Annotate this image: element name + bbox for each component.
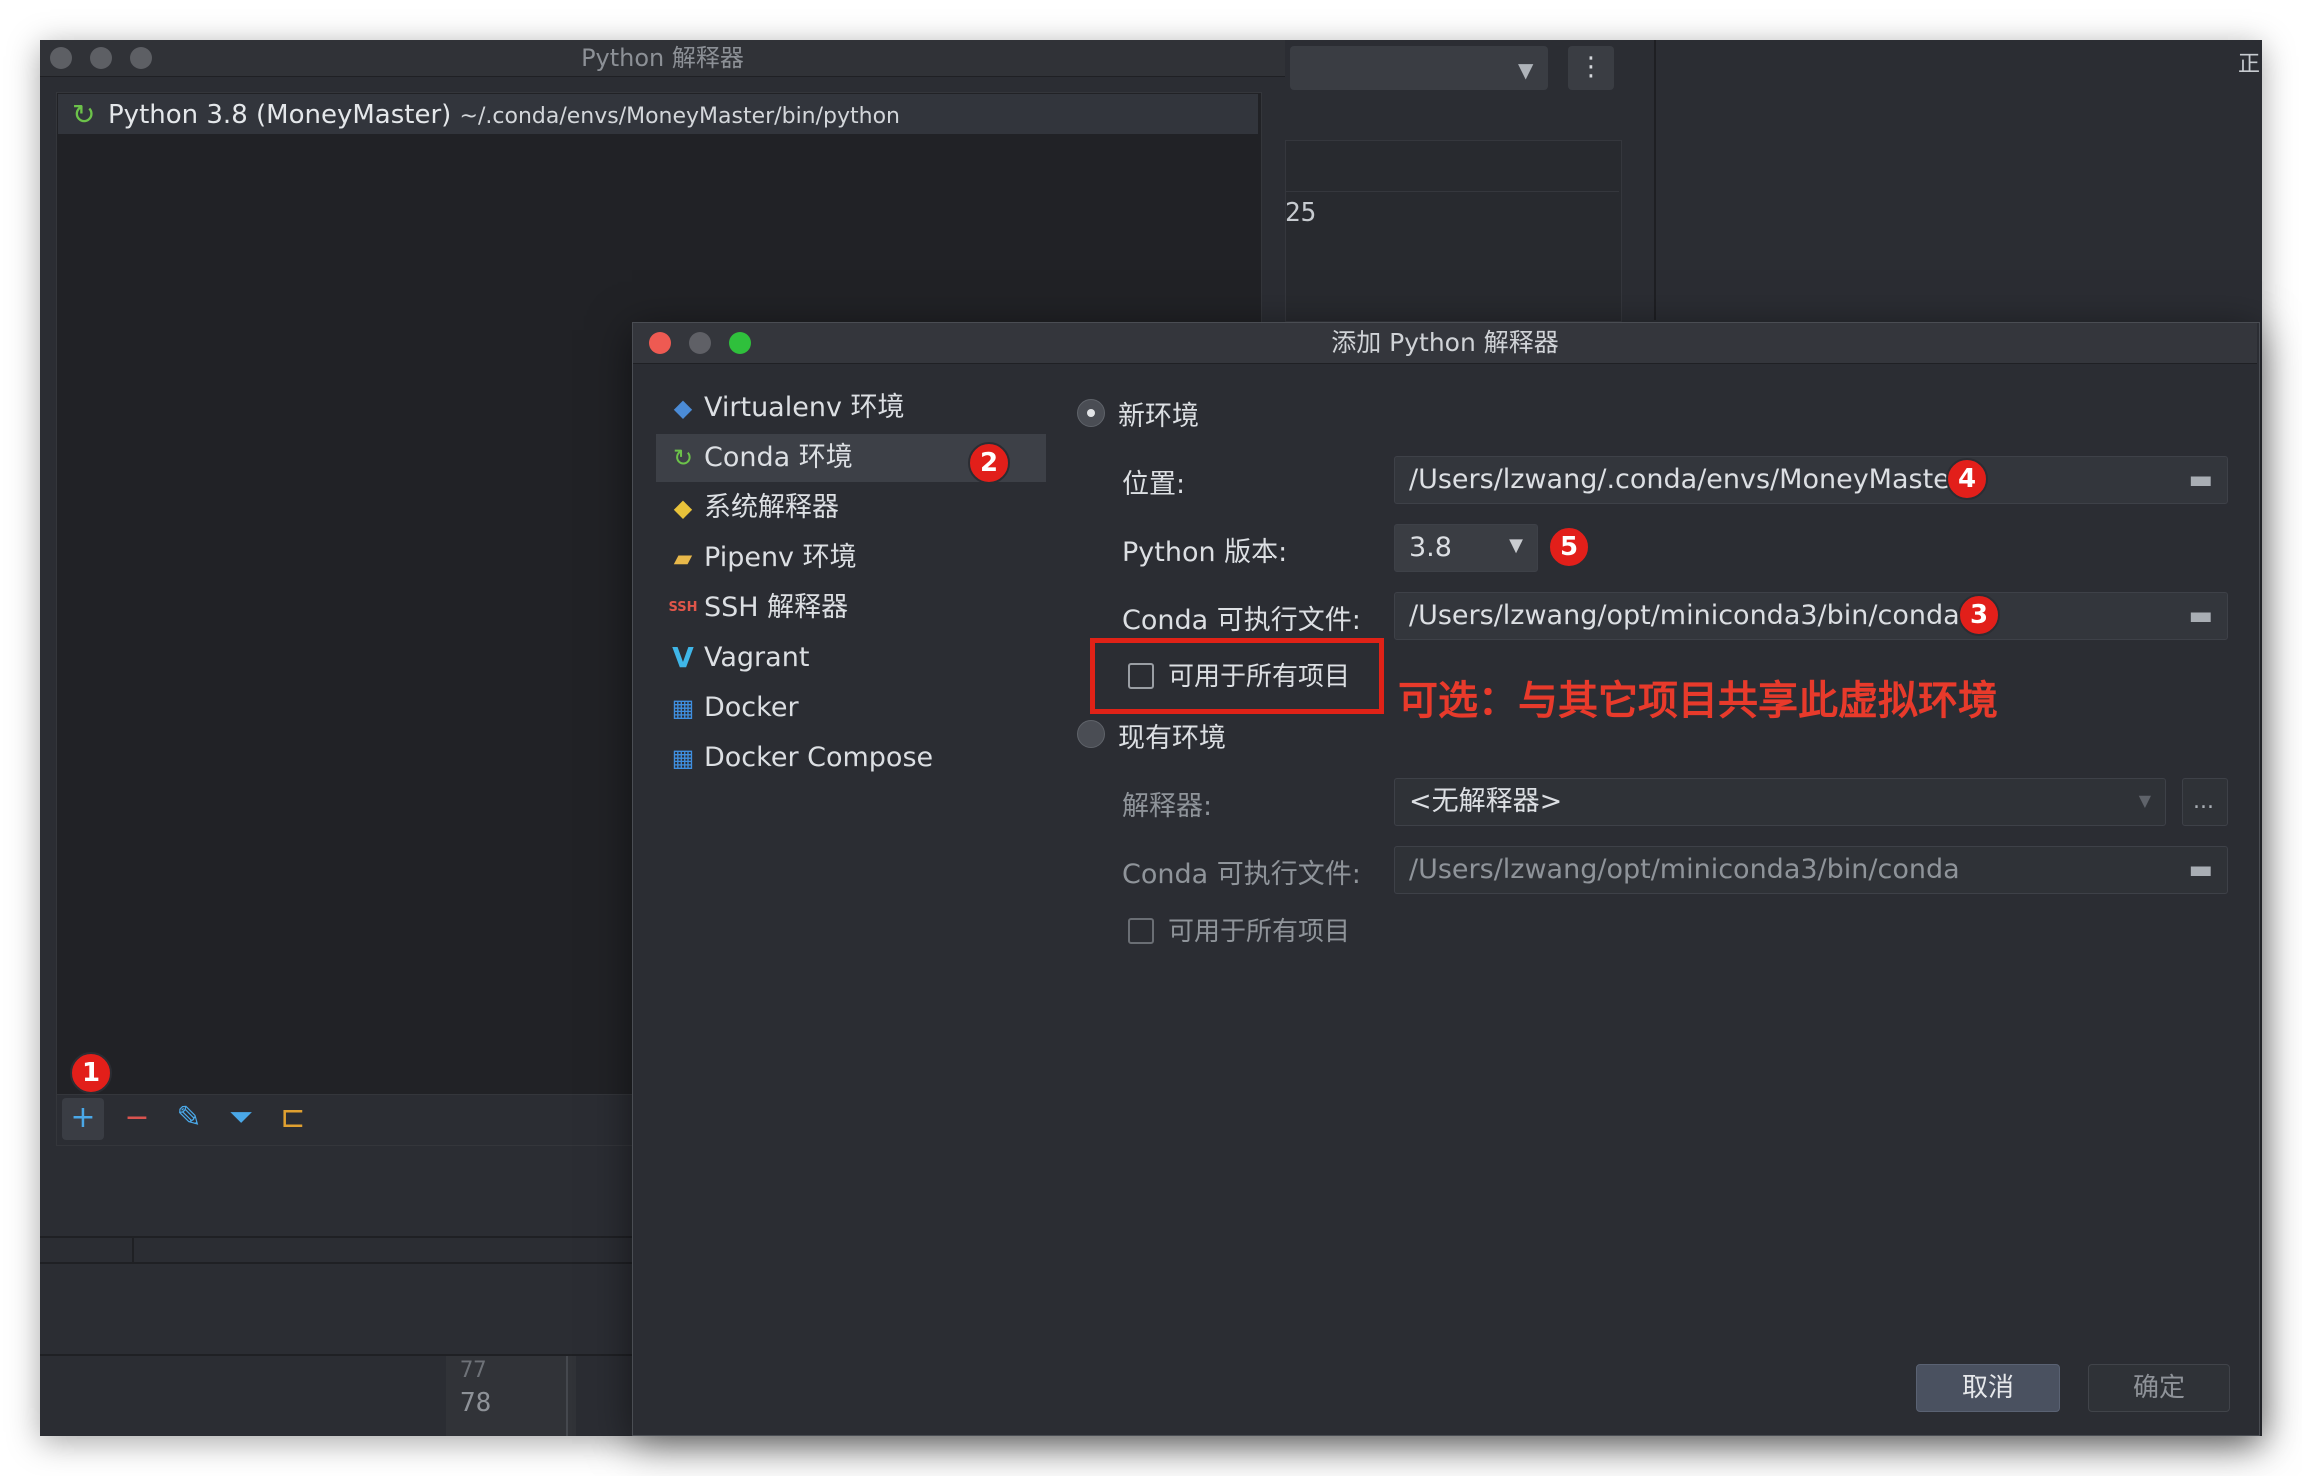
- conda-exec-label: Conda 可执行文件:: [1122, 605, 1361, 636]
- ssh-icon: SSH: [668, 600, 698, 615]
- tree-icon[interactable]: ⊏: [272, 1098, 314, 1140]
- python-icon: ◆: [673, 494, 693, 522]
- sidebar-item-system-interpreter[interactable]: ◆ 系统解释器: [656, 484, 1046, 532]
- pane-divider: [1654, 40, 1656, 320]
- line-number: 77: [460, 1358, 487, 1383]
- chevron-down-icon: ▼: [1518, 58, 1534, 82]
- radio-selected-dot: [1087, 409, 1095, 417]
- sidebar-item-label: Vagrant: [704, 642, 810, 673]
- dialog-title: 添加 Python 解释器: [1331, 328, 1559, 357]
- step-badge-1: 1: [70, 1052, 112, 1094]
- cancel-button[interactable]: 取消: [1916, 1364, 2060, 1412]
- conda-icon: ↻: [72, 98, 96, 131]
- sidebar-item-vagrant[interactable]: V Vagrant: [656, 634, 1046, 682]
- interpreter-window-title: Python 解释器: [581, 44, 744, 72]
- line-number: 78: [460, 1388, 492, 1418]
- existing-env-label: 现有环境: [1118, 723, 1226, 754]
- interpreter-name: Python 3.8 (MoneyMaster): [108, 100, 452, 130]
- step-badge-2: 2: [968, 442, 1010, 484]
- python-version-label: Python 版本:: [1122, 537, 1288, 568]
- folder-icon[interactable]: ▬: [2188, 601, 2213, 631]
- sidebar-item-pipenv[interactable]: ▰ Pipenv 环境: [656, 534, 1046, 582]
- conda-exec-input[interactable]: /Users/lzwang/opt/miniconda3/bin/conda ▬: [1394, 592, 2228, 640]
- python-version-select[interactable]: 3.8 ▼: [1394, 524, 1538, 572]
- bg-table-header: [1286, 141, 1619, 192]
- new-env-radio[interactable]: [1077, 399, 1105, 427]
- divider: [132, 1238, 134, 1262]
- existing-available-all-label: 可用于所有项目: [1168, 917, 1351, 947]
- sidebar-item-label: Conda 环境: [704, 442, 853, 473]
- more-options-icon[interactable]: ⋮: [1568, 46, 1614, 90]
- chevron-down-icon: ▼: [1509, 535, 1523, 556]
- location-value: /Users/lzwang/.conda/envs/MoneyMaster: [1409, 464, 1961, 495]
- folder-icon[interactable]: ▬: [2188, 465, 2213, 495]
- bg-right-label: 正: [2238, 52, 2261, 77]
- existing-conda-exec-input[interactable]: /Users/lzwang/opt/miniconda3/bin/conda ▬: [1394, 846, 2228, 894]
- location-label: 位置:: [1122, 469, 1186, 500]
- folder-icon[interactable]: ▬: [2188, 855, 2213, 885]
- python-icon: ◆: [673, 394, 693, 422]
- sidebar-item-label: Docker Compose: [704, 742, 934, 773]
- sidebar-item-docker[interactable]: ▦ Docker: [656, 684, 1046, 732]
- gutter-line: [566, 1356, 568, 1436]
- location-input[interactable]: /Users/lzwang/.conda/envs/MoneyMaster ▬: [1394, 456, 2228, 504]
- annotation-note: 可选：与其它项目共享此虚拟环境: [1398, 678, 1998, 724]
- vagrant-icon: V: [672, 641, 694, 674]
- docker-icon: ▦: [671, 744, 695, 772]
- available-all-projects-label: 可用于所有项目: [1168, 662, 1351, 692]
- interpreter-select[interactable]: <无解释器> ▼: [1394, 778, 2166, 826]
- sidebar-item-label: Docker: [704, 692, 799, 723]
- browse-button[interactable]: ...: [2182, 778, 2228, 826]
- interpreter-value: <无解释器>: [1409, 786, 1563, 817]
- bg-table-cell: 25: [1285, 198, 1317, 228]
- sidebar-item-label: Virtualenv 环境: [704, 392, 905, 423]
- existing-available-all-checkbox[interactable]: [1128, 918, 1154, 944]
- edit-icon[interactable]: ✎: [168, 1098, 210, 1140]
- pipenv-folder-icon: ▰: [673, 544, 693, 572]
- chevron-down-icon: ▼: [2138, 791, 2151, 810]
- step-badge-3: 3: [1958, 594, 2000, 636]
- add-icon[interactable]: +: [62, 1098, 104, 1140]
- sidebar-item-virtualenv[interactable]: ◆ Virtualenv 环境: [656, 384, 1046, 432]
- conda-exec-value: /Users/lzwang/opt/miniconda3/bin/conda: [1409, 600, 1960, 631]
- step-badge-5: 5: [1548, 526, 1590, 568]
- ok-button[interactable]: 确定: [2088, 1364, 2230, 1412]
- docker-icon: ▦: [671, 694, 695, 722]
- sidebar-item-label: Pipenv 环境: [704, 542, 857, 573]
- filter-icon[interactable]: ⏷: [220, 1098, 262, 1140]
- remove-icon[interactable]: −: [116, 1098, 158, 1140]
- sidebar-item-ssh[interactable]: SSH SSH 解释器: [656, 584, 1046, 632]
- sidebar-item-label: SSH 解释器: [704, 592, 849, 623]
- interpreter-label: 解释器:: [1122, 791, 1213, 822]
- bg-dropdown[interactable]: [1290, 46, 1548, 90]
- interpreter-path: ~/.conda/envs/MoneyMaster/bin/python: [459, 104, 900, 129]
- existing-conda-exec-value: /Users/lzwang/opt/miniconda3/bin/conda: [1409, 854, 1960, 885]
- browse-label: ...: [2193, 789, 2214, 814]
- available-all-projects-checkbox[interactable]: [1128, 663, 1154, 689]
- conda-icon: ↻: [672, 444, 694, 472]
- new-env-label: 新环境: [1118, 401, 1199, 432]
- step-badge-4: 4: [1946, 458, 1988, 500]
- sidebar-item-docker-compose[interactable]: ▦ Docker Compose: [656, 734, 1046, 782]
- python-version-value: 3.8: [1409, 532, 1452, 563]
- interpreter-list-item-label: Python 3.8 (MoneyMaster) ~/.conda/envs/M…: [108, 100, 900, 130]
- existing-env-radio[interactable]: [1077, 720, 1105, 748]
- existing-conda-exec-label: Conda 可执行文件:: [1122, 859, 1361, 890]
- sidebar-item-label: 系统解释器: [704, 492, 839, 523]
